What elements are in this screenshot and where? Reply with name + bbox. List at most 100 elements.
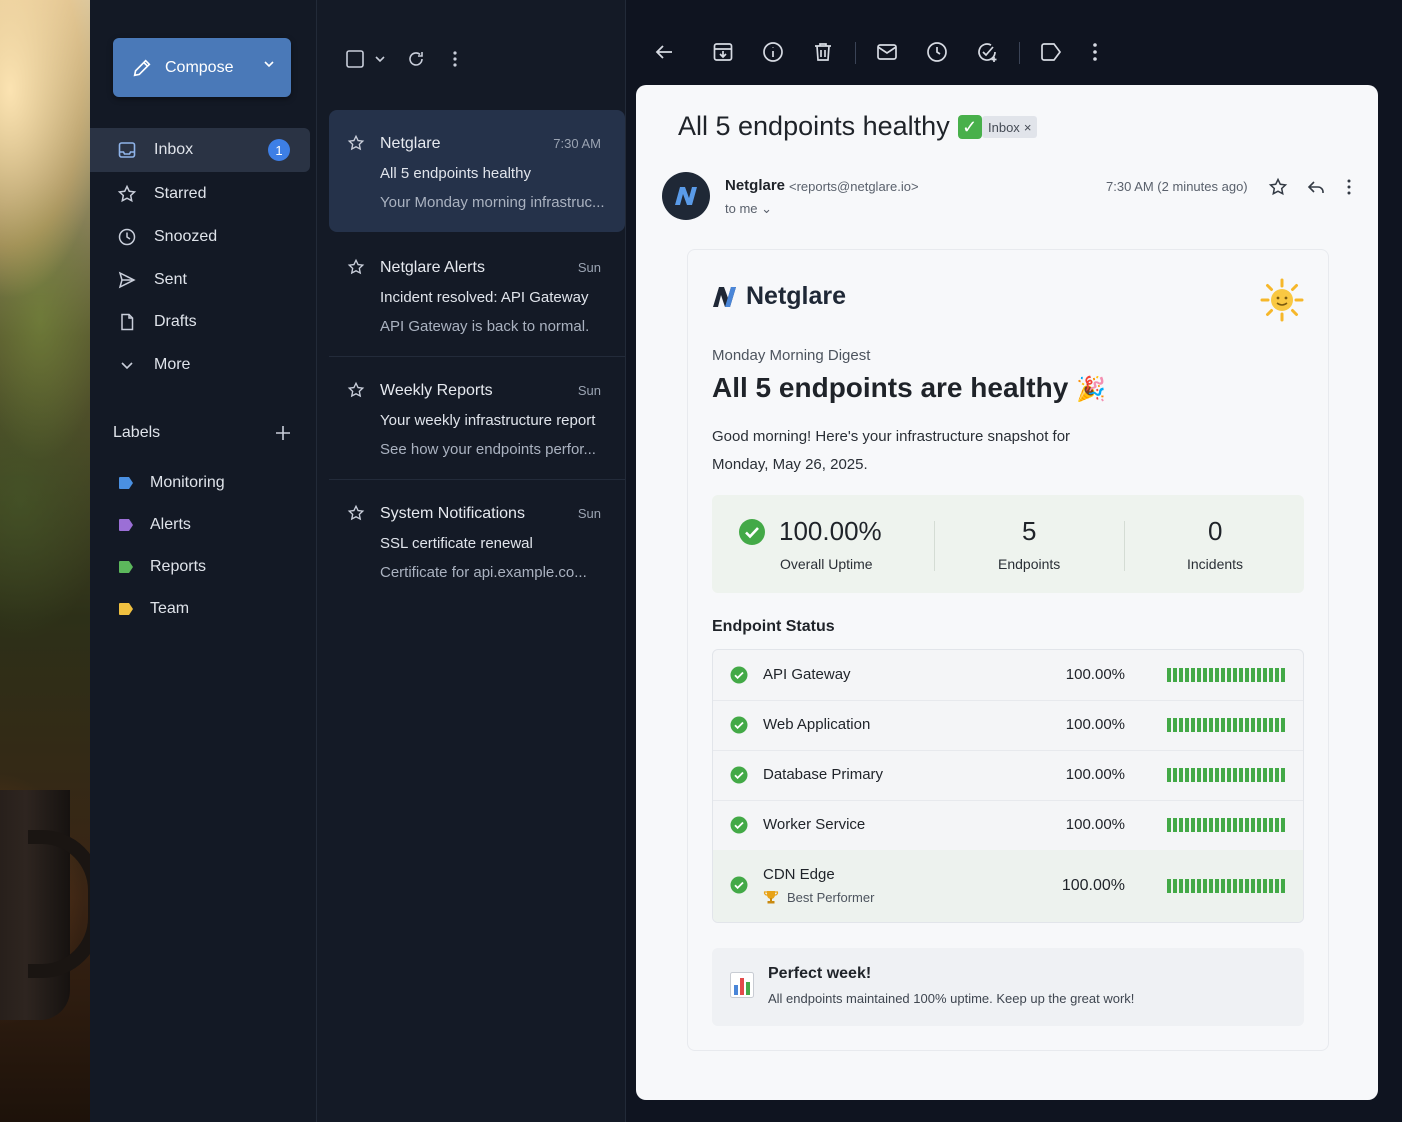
star-icon[interactable] xyxy=(347,134,365,152)
chip-close-icon[interactable]: × xyxy=(1024,120,1032,135)
perfect-week-callout: Perfect week! All endpoints maintained 1… xyxy=(712,948,1304,1026)
nav-item-sent[interactable]: Sent xyxy=(90,258,310,302)
uptime-segment xyxy=(1167,668,1171,682)
label-monitoring[interactable]: Monitoring xyxy=(90,466,310,500)
nav-item-drafts[interactable]: Drafts xyxy=(90,300,310,344)
email-subject-text: All 5 endpoints healthy xyxy=(678,111,950,141)
uptime-segment xyxy=(1185,668,1189,682)
label-tag-icon xyxy=(119,519,133,531)
inbox-label-chip[interactable]: Inbox × xyxy=(982,116,1038,138)
best-performer-text: Best Performer xyxy=(787,889,875,905)
uptime-segment xyxy=(1281,668,1285,682)
message-time: Sun xyxy=(577,383,601,398)
more-vertical-icon[interactable] xyxy=(445,49,465,69)
mail-icon[interactable] xyxy=(875,40,899,64)
nav-item-inbox[interactable]: Inbox 1 xyxy=(90,128,310,172)
uptime-segment xyxy=(1257,668,1261,682)
sender-address: <reports@netglare.io> xyxy=(789,179,919,194)
endpoint-row: Database Primary 100.00% xyxy=(713,750,1303,801)
label-alerts[interactable]: Alerts xyxy=(90,508,310,542)
message-item[interactable]: Weekly Reports Sun Your weekly infrastru… xyxy=(329,357,625,480)
check-circle-icon xyxy=(730,816,748,834)
star-icon[interactable] xyxy=(347,258,365,276)
uptime-segment xyxy=(1209,768,1213,782)
archive-icon[interactable] xyxy=(711,40,735,64)
chip-text: Inbox xyxy=(988,119,1020,135)
chevron-down-icon[interactable] xyxy=(263,58,275,70)
snooze-clock-icon[interactable] xyxy=(925,40,949,64)
recipient-details[interactable]: to me ⌄ xyxy=(725,201,772,217)
nav-label: Starred xyxy=(154,185,207,202)
label-tag-icon xyxy=(119,477,133,489)
refresh-icon[interactable] xyxy=(406,49,426,69)
endpoint-row: API Gateway 100.00% xyxy=(713,650,1303,701)
uptime-segment xyxy=(1263,668,1267,682)
uptime-segment xyxy=(1239,718,1243,732)
uptime-segment xyxy=(1251,718,1255,732)
label-team[interactable]: Team xyxy=(90,592,310,626)
message-subject: Incident resolved: API Gateway xyxy=(380,289,589,306)
message-snippet: Certificate for api.example.co... xyxy=(380,564,587,581)
message-item[interactable]: System Notifications Sun SSL certificate… xyxy=(329,480,625,602)
uptime-segment xyxy=(1239,818,1243,832)
uptime-segment xyxy=(1191,879,1195,893)
message-subject: SSL certificate renewal xyxy=(380,535,533,552)
star-icon[interactable] xyxy=(1268,177,1288,197)
uptime-bars xyxy=(1167,768,1285,782)
info-icon[interactable] xyxy=(761,40,785,64)
label-icon[interactable] xyxy=(1039,40,1063,64)
nav-item-more[interactable]: More xyxy=(90,343,310,387)
nav-label: Drafts xyxy=(154,313,197,330)
label-tag-icon xyxy=(119,603,133,615)
star-icon[interactable] xyxy=(347,504,365,522)
label-reports[interactable]: Reports xyxy=(90,550,310,584)
uptime-segment xyxy=(1197,718,1201,732)
more-vertical-icon[interactable] xyxy=(1339,177,1359,197)
select-dropdown-icon[interactable] xyxy=(374,53,386,65)
nav-label: Snoozed xyxy=(154,228,218,245)
uptime-segment xyxy=(1191,818,1195,832)
message-time: 7:30 AM xyxy=(553,136,601,151)
email-body-card: Netglare Monday Morning Digest All 5 end… xyxy=(687,249,1329,1051)
label-text: Alerts xyxy=(150,516,191,533)
uptime-segment xyxy=(1227,668,1231,682)
toolbar-divider xyxy=(855,42,856,64)
message-snippet: Your Monday morning infrastruc... xyxy=(380,194,605,211)
label-text: Reports xyxy=(150,558,207,575)
endpoint-status-table: API Gateway 100.00% Web Application 100.… xyxy=(712,649,1304,923)
toolbar-divider xyxy=(1019,42,1020,64)
pencil-icon xyxy=(133,58,151,76)
uptime-segment xyxy=(1263,879,1267,893)
uptime-segment xyxy=(1269,879,1273,893)
brand-logo: Netglare xyxy=(712,282,846,311)
digest-label: Monday Morning Digest xyxy=(712,347,871,364)
star-icon[interactable] xyxy=(347,381,365,399)
endpoint-uptime: 100.00% xyxy=(1065,666,1125,683)
uptime-segment xyxy=(1245,879,1249,893)
more-vertical-icon[interactable] xyxy=(1083,40,1107,64)
message-item[interactable]: Netglare Alerts Sun Incident resolved: A… xyxy=(329,234,625,357)
nav-item-snoozed[interactable]: Snoozed xyxy=(90,215,310,259)
uptime-segment xyxy=(1173,768,1177,782)
nav-label: Inbox xyxy=(154,141,194,158)
compose-button[interactable]: Compose xyxy=(113,38,291,97)
uptime-segment xyxy=(1197,879,1201,893)
uptime-segment xyxy=(1209,879,1213,893)
uptime-segment xyxy=(1215,718,1219,732)
reply-icon[interactable] xyxy=(1306,177,1326,197)
trash-icon[interactable] xyxy=(811,40,835,64)
nav-item-starred[interactable]: Starred xyxy=(90,172,310,216)
uptime-segment xyxy=(1173,718,1177,732)
uptime-segment xyxy=(1203,879,1207,893)
uptime-segment xyxy=(1251,879,1255,893)
uptime-segment xyxy=(1263,768,1267,782)
uptime-segment xyxy=(1179,818,1183,832)
select-checkbox-icon[interactable] xyxy=(345,49,365,69)
unread-badge: 1 xyxy=(268,139,290,161)
uptime-segment xyxy=(1215,879,1219,893)
add-label-icon[interactable] xyxy=(274,424,292,442)
back-arrow-icon[interactable] xyxy=(652,40,676,64)
add-task-icon[interactable] xyxy=(975,40,999,64)
uptime-segment xyxy=(1203,768,1207,782)
message-item[interactable]: Netglare 7:30 AM All 5 endpoints healthy… xyxy=(329,110,625,232)
